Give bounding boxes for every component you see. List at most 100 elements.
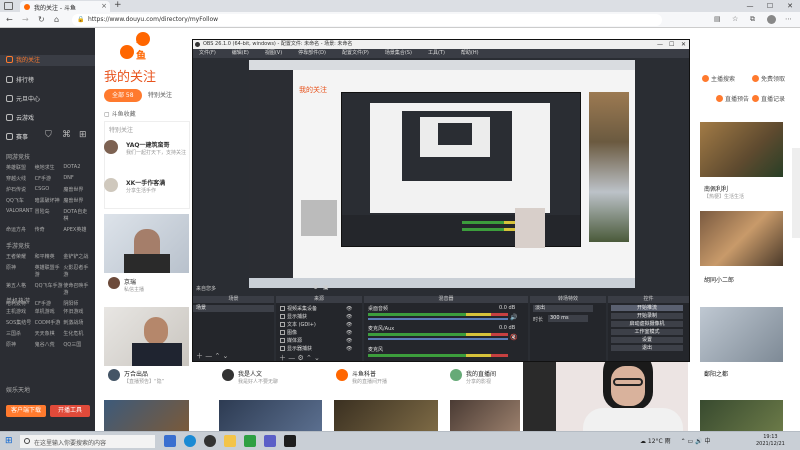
game-link[interactable]: 绝地求生 (35, 164, 64, 171)
new-tab-button[interactable]: + (114, 0, 122, 10)
shield-icon[interactable]: ⛉ (45, 130, 52, 140)
game-link[interactable]: 王者荣耀 (6, 253, 35, 260)
game-link[interactable]: 天天象棋 (35, 330, 64, 337)
game-link[interactable]: 鬼谷八荒 (35, 341, 64, 348)
stream-thumbnail[interactable] (104, 307, 189, 366)
stream-thumbnail[interactable] (450, 400, 520, 431)
game-link[interactable]: SOS集结号 (6, 319, 35, 326)
app-icon[interactable] (284, 435, 296, 447)
source-item[interactable]: 媒体源 (280, 337, 302, 344)
live-preview-link[interactable]: 直播预告 (716, 94, 749, 103)
volume-slider[interactable] (368, 318, 508, 320)
card-title[interactable]: 斗鱼科普 (352, 369, 376, 378)
card-title[interactable]: 南佩利利 (704, 184, 728, 193)
gamepad-icon[interactable]: ⌘ (62, 130, 71, 140)
game-link[interactable]: 命运方舟 (6, 226, 35, 233)
source-item[interactable]: 视频采集设备 (280, 305, 317, 312)
card-title[interactable]: 万合出品 (124, 369, 148, 378)
virtual-camera-button[interactable]: 启动虚拟摄像机 (611, 321, 683, 327)
refresh-icon[interactable]: ↻ (38, 15, 45, 24)
card-title[interactable]: 鄱阳之都 (704, 369, 728, 378)
stream-thumbnail[interactable] (700, 211, 783, 266)
menu-scene-collection[interactable]: 场景集合(S) (385, 50, 412, 56)
ime-indicator[interactable]: 中 (704, 438, 710, 445)
stream-thumbnail[interactable] (334, 400, 438, 431)
tab-all[interactable]: 全部 58 (104, 89, 142, 102)
mute-icon[interactable]: 🔇 (510, 334, 517, 341)
card-title[interactable]: 胡同小二郎 (704, 275, 734, 284)
obs-maximize-button[interactable]: ☐ (669, 40, 674, 49)
source-item[interactable]: 文本 (GDI+) (280, 321, 316, 328)
browser-tab[interactable]: 我的关注 - 斗鱼 × (20, 1, 110, 12)
game-link[interactable]: 火影忍者手游 (63, 264, 92, 278)
game-link[interactable]: DNF (63, 175, 92, 182)
douyu-logo[interactable]: 斗鱼 (120, 32, 152, 62)
grid-icon[interactable]: ⊞ (79, 130, 87, 140)
favorite-star-icon[interactable]: ☆ (732, 15, 738, 23)
live-record-link[interactable]: 直播记录 (752, 94, 785, 103)
start-streaming-button[interactable]: 开始推流 (611, 305, 683, 311)
game-link[interactable]: CF手游 (35, 175, 64, 182)
home-icon[interactable]: ⌂ (54, 15, 59, 24)
start-broadcast-button[interactable]: 开播工具 (50, 405, 90, 417)
reader-icon[interactable]: ▤ (714, 15, 721, 23)
game-link[interactable]: DOTA2 (63, 164, 92, 171)
menu-tools[interactable]: 工具(T) (428, 50, 445, 56)
stream-thumbnail[interactable] (700, 400, 783, 431)
game-link[interactable]: 使命召唤手游 (63, 282, 92, 296)
stream-thumbnail[interactable] (104, 214, 189, 273)
app-icon[interactable] (264, 435, 276, 447)
game-link[interactable]: 原神 (6, 264, 35, 278)
close-tab-icon[interactable]: × (101, 2, 107, 10)
game-link[interactable]: 暗黑破坏神 (35, 197, 64, 204)
scene-add-remove-controls[interactable]: ＋ — ⌃ ⌄ (196, 351, 228, 361)
anchor-search-link[interactable]: 主播搜索 (702, 74, 735, 83)
free-claim-link[interactable]: 免费领取 (752, 74, 785, 83)
tray-icons[interactable]: ⌃ ▭ 🔊 (681, 438, 705, 445)
game-link[interactable]: QQ飞车 (6, 197, 35, 204)
menu-edit[interactable]: 编辑(E) (232, 50, 249, 56)
sidebar-item-center[interactable]: 元旦中心 (6, 94, 40, 103)
source-item[interactable]: 显示器捕获 (280, 345, 312, 352)
maximize-button[interactable]: ☐ (760, 0, 780, 12)
transition-select[interactable]: 淡出 (533, 305, 593, 312)
source-visibility-icons[interactable]: 👁 👁 👁 👁 👁 👁 (346, 305, 352, 353)
settings-button[interactable]: 设置 (611, 337, 683, 343)
game-link[interactable]: 英雄联盟 (6, 164, 35, 171)
stream-thumbnail[interactable] (700, 122, 783, 177)
tab-special[interactable]: 特别关注 (140, 89, 180, 102)
game-link[interactable]: DOTA自走棋 (63, 208, 92, 222)
game-link[interactable]: 穿越火线 (6, 175, 35, 182)
game-link[interactable]: 第五人格 (6, 282, 35, 296)
forward-icon[interactable]: → (22, 15, 29, 24)
game-link[interactable]: 阴阳师 (63, 300, 92, 307)
task-view-icon[interactable] (164, 435, 176, 447)
volume-slider[interactable] (368, 338, 508, 340)
game-link[interactable]: 生化危机 (63, 330, 92, 337)
studio-mode-button[interactable]: 工作室模式 (611, 329, 683, 335)
url-field[interactable]: 🔒 https://www.douyu.com/directory/myFoll… (72, 14, 662, 26)
game-link[interactable]: 炉石传说 (6, 186, 35, 193)
game-link[interactable]: 魔兽世界 (63, 186, 92, 193)
speaker-icon[interactable]: 🔊 (510, 314, 517, 321)
scene-item[interactable]: 场景 (193, 305, 274, 312)
stream-thumbnail[interactable] (219, 400, 322, 431)
obs-minimize-button[interactable]: — (657, 40, 663, 49)
game-link[interactable]: 英雄联盟手游 (35, 264, 64, 278)
menu-help[interactable]: 帮助(H) (461, 50, 479, 56)
more-menu-icon[interactable]: ⋯ (785, 15, 792, 23)
game-link[interactable]: APEX英雄 (63, 226, 92, 233)
obs-preview[interactable]: 我的关注 (249, 60, 635, 288)
duration-input[interactable]: 300 ms (548, 315, 588, 322)
card-title[interactable]: 我的直播间 (466, 369, 496, 378)
game-link[interactable]: CODM手游 (35, 319, 64, 326)
edge-icon[interactable] (184, 435, 196, 447)
sidebar-item-rank[interactable]: 排行榜 (6, 75, 34, 84)
game-link[interactable]: 和平精英 (35, 253, 64, 260)
menu-file[interactable]: 文件(F) (199, 50, 216, 56)
file-explorer-icon[interactable] (224, 435, 236, 447)
card-title[interactable]: 京瑞 (124, 277, 136, 286)
obs-taskbar-icon[interactable] (204, 435, 216, 447)
windows-start-icon[interactable]: ⊞ (5, 436, 13, 446)
obs-titlebar[interactable]: OBS 26.1.0 (64-bit, windows) - 配置文件: 未命名… (193, 40, 689, 49)
